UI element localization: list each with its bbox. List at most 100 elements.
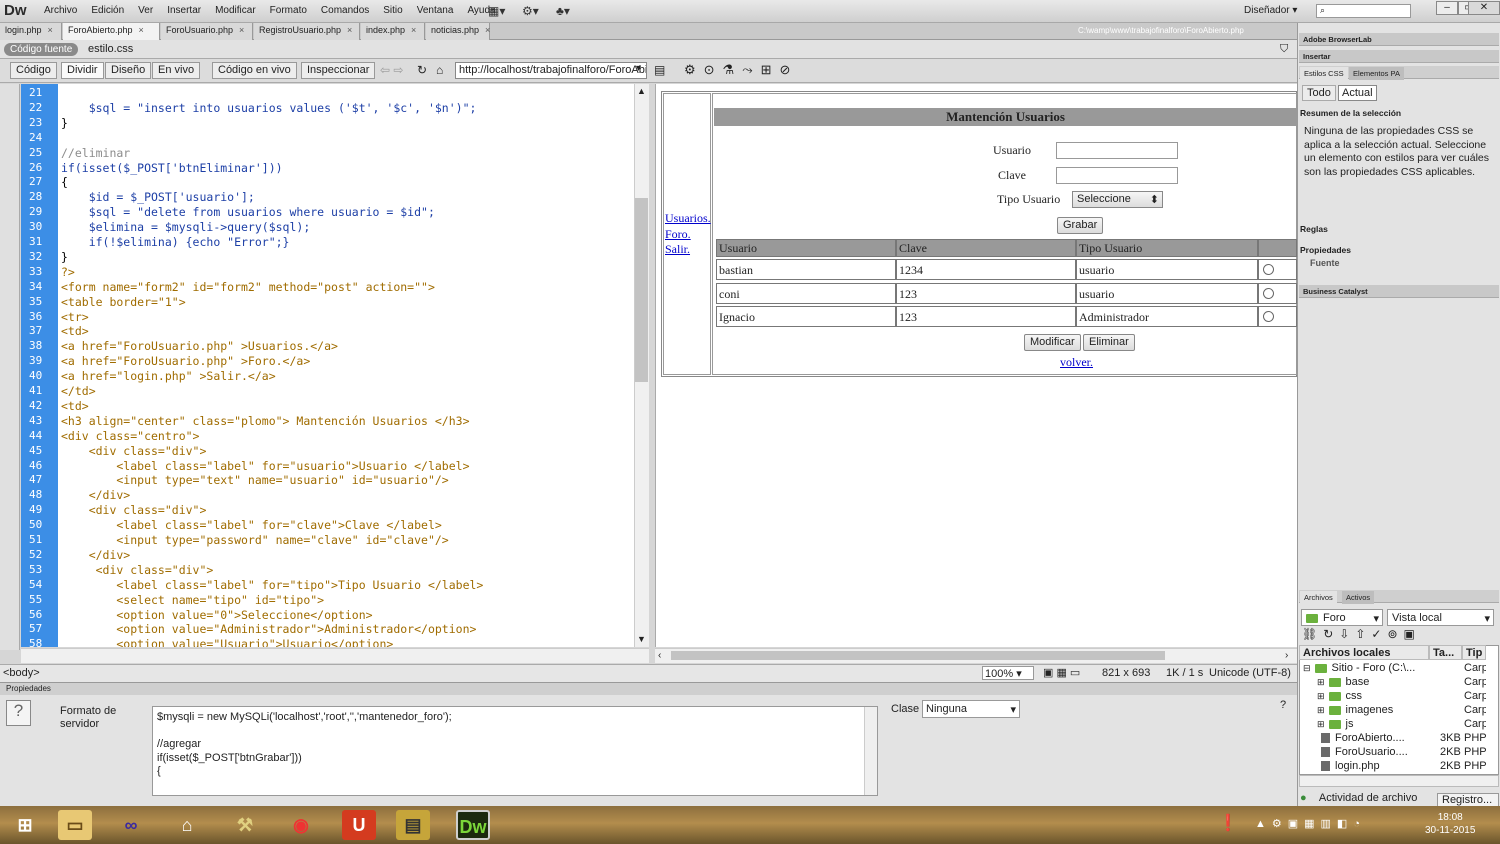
code-line[interactable]: <div class="centro"> xyxy=(61,429,199,443)
menu-item-1[interactable]: Edición xyxy=(84,5,131,16)
address-dropdown-icon[interactable]: ▾ xyxy=(636,63,641,74)
site-select[interactable]: Foro ▾ xyxy=(1301,609,1383,626)
menu-item-2[interactable]: Ver xyxy=(131,5,160,16)
file-row[interactable]: ForoAbierto.... xyxy=(1317,732,1405,744)
code-line[interactable]: <td> xyxy=(61,324,89,338)
expand-icon[interactable]: ⊞ xyxy=(1317,677,1325,687)
code-line[interactable]: <tr> xyxy=(61,310,89,324)
menu-item-0[interactable]: Archivo xyxy=(37,5,84,16)
link-salir[interactable]: Salir. xyxy=(665,242,690,257)
code-line[interactable]: $id = $_POST['usuario']; xyxy=(61,190,255,204)
code-line[interactable]: if(isset($_POST['btnEliminar'])) xyxy=(61,161,283,175)
help-icon[interactable]: ? xyxy=(6,700,31,726)
close-tab-icon[interactable]: × xyxy=(48,25,53,35)
dreamweaver-taskbar-icon[interactable]: Dw xyxy=(456,810,490,840)
eliminar-button[interactable]: Eliminar xyxy=(1083,334,1135,351)
winrar-icon[interactable]: ▤ xyxy=(396,810,430,840)
code-line[interactable]: <div class="div"> xyxy=(61,503,207,517)
back-icon[interactable]: ⇦ ⇨ xyxy=(380,63,403,77)
scroll-left-icon[interactable]: ‹ xyxy=(658,650,661,661)
expand-icon[interactable]: ⊞ xyxy=(1317,719,1325,729)
expand-icon[interactable]: ⊟ xyxy=(1303,663,1311,673)
scroll-right-icon[interactable]: › xyxy=(1285,650,1288,661)
file-row[interactable]: ⊞ base xyxy=(1317,676,1369,688)
code-line[interactable]: } xyxy=(61,250,68,264)
code-line[interactable]: } xyxy=(61,116,68,130)
fuente-group[interactable]: Fuente xyxy=(1310,258,1340,268)
col-size[interactable]: Ta... xyxy=(1429,645,1462,660)
view-button-4[interactable]: Código en vivo xyxy=(212,62,297,79)
minimize-button[interactable]: – xyxy=(1436,1,1458,15)
clave-input[interactable] xyxy=(1056,167,1178,184)
file-row[interactable]: ⊟ Sitio - Foro (C:\... xyxy=(1303,662,1415,674)
file-row[interactable]: ForoUsuario.... xyxy=(1317,746,1408,758)
code-line[interactable]: <div class="div"> xyxy=(61,563,214,577)
class-select[interactable]: Ninguna ▾ xyxy=(922,700,1020,718)
code-line[interactable]: <option value="Administrador">Administra… xyxy=(61,622,476,636)
file-row[interactable]: ⊞ js xyxy=(1317,718,1354,730)
tray-icons[interactable]: ▲⚙▣▦▥◧◔ xyxy=(1255,817,1366,830)
col-local-files[interactable]: Archivos locales xyxy=(1299,645,1429,660)
address-field[interactable]: http://localhost/trabajofinalforo/ForoAb… xyxy=(455,62,647,79)
notification-icon[interactable]: ❗ xyxy=(1218,813,1238,833)
close-tab-icon[interactable]: × xyxy=(347,25,352,35)
code-line[interactable]: <form name="form2" id="form2" method="po… xyxy=(61,280,435,294)
modificar-button[interactable]: Modificar xyxy=(1024,334,1081,351)
code-horizontal-scrollbar[interactable] xyxy=(21,648,649,663)
code-line[interactable]: if(!$elimina) {echo "Error";} xyxy=(61,235,290,249)
code-line[interactable]: $elimina = $mysqli->query($sql); xyxy=(61,220,311,234)
menu-item-3[interactable]: Insertar xyxy=(160,5,208,16)
tab-5[interactable]: noticias.php × xyxy=(426,23,490,40)
code-line[interactable]: $sql = "delete from usuarios where usuar… xyxy=(61,205,435,219)
volver-link[interactable]: volver. xyxy=(1060,355,1093,370)
site-icon[interactable]: ♣▾ xyxy=(556,4,570,18)
menu-item-4[interactable]: Modificar xyxy=(208,5,263,16)
code-line[interactable]: <a href="login.php" >Salir.</a> xyxy=(61,369,276,383)
code-line[interactable]: $sql = "insert into usuarios values ('$t… xyxy=(61,101,477,115)
tab-estilos-css[interactable]: Estilos CSS xyxy=(1300,67,1348,80)
file-row[interactable]: ⊞ imagenes xyxy=(1317,704,1393,716)
tag-selector[interactable]: <body> xyxy=(3,667,40,679)
window-size[interactable]: 821 x 693 xyxy=(1102,667,1150,679)
code-line[interactable]: <a href="ForoUsuario.php" >Usuarios.</a> xyxy=(61,339,338,353)
tools-app-icon[interactable]: ⚒ xyxy=(228,810,262,840)
related-file-estilo[interactable]: estilo.css xyxy=(88,43,133,55)
search-input[interactable]: ⌕ xyxy=(1316,4,1411,18)
tab-4[interactable]: index.php × xyxy=(361,23,425,40)
filter-icon[interactable]: ⛉ xyxy=(1280,43,1288,56)
code-line[interactable]: </td> xyxy=(61,384,96,398)
tipo-select[interactable]: Seleccione ⬍ xyxy=(1072,191,1163,208)
view-button-0[interactable]: Código xyxy=(10,62,57,79)
code-line[interactable]: <label class="label" for="usuario">Usuar… xyxy=(61,459,469,473)
tab-0[interactable]: login.php × xyxy=(0,23,62,40)
tab-1[interactable]: ForoAbierto.php × xyxy=(63,23,160,40)
row-radio[interactable] xyxy=(1263,264,1274,275)
code-line[interactable]: </div> xyxy=(61,548,131,562)
grabar-button[interactable]: Grabar xyxy=(1057,217,1104,234)
code-line[interactable]: <td> xyxy=(61,399,89,413)
chrome-icon[interactable]: ◉ xyxy=(284,810,318,840)
design-scroll-thumb[interactable] xyxy=(671,651,1165,660)
menu-item-8[interactable]: Ventana xyxy=(410,5,461,16)
view-button-2[interactable]: Diseño xyxy=(105,62,152,79)
insertar-panel-header[interactable]: Insertar xyxy=(1299,50,1499,63)
source-code-tab[interactable]: Código fuente xyxy=(4,43,79,56)
menu-item-5[interactable]: Formato xyxy=(263,5,314,16)
code-line[interactable]: <input type="password" name="clave" id="… xyxy=(61,533,448,547)
tab-activos[interactable]: Activos xyxy=(1342,591,1375,604)
file-explorer-icon[interactable]: ▭ xyxy=(58,810,92,840)
view-button-1[interactable]: Dividir xyxy=(61,62,104,79)
code-line[interactable]: </div> xyxy=(61,488,131,502)
row-radio[interactable] xyxy=(1263,287,1274,299)
scroll-down-icon[interactable]: ▼ xyxy=(637,634,646,644)
close-button[interactable]: ✕ xyxy=(1468,1,1500,15)
code-line[interactable]: <h3 align="center" class="plomo"> Manten… xyxy=(61,414,470,428)
menu-item-7[interactable]: Sitio xyxy=(376,5,409,16)
tab-archivos[interactable]: Archivos xyxy=(1300,591,1337,604)
link-foro[interactable]: Foro. xyxy=(665,227,691,242)
start-windows-icon[interactable]: ⊞ xyxy=(8,810,42,840)
code-line[interactable]: //eliminar xyxy=(61,146,130,160)
code-line[interactable]: <table border="1"> xyxy=(61,295,186,309)
infinity-app-icon[interactable]: ∞ xyxy=(114,810,148,840)
tab-elementos-pa[interactable]: Elementos PA xyxy=(1349,67,1404,80)
